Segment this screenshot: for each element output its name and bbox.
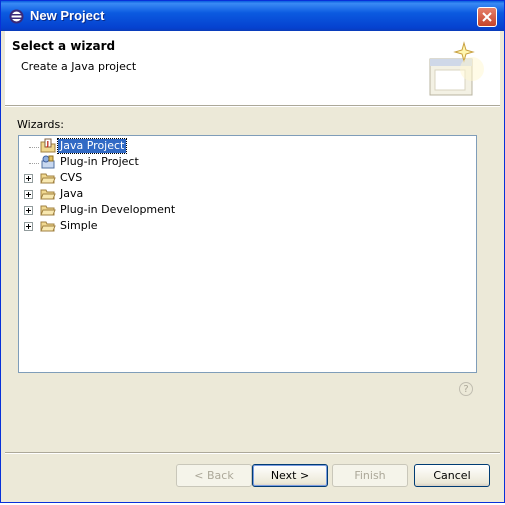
folder-icon <box>40 189 56 200</box>
tree-item-simple[interactable]: Simple <box>19 218 474 234</box>
window-title: New Project <box>30 8 105 23</box>
cancel-button[interactable]: Cancel <box>414 464 490 487</box>
expand-toggle-icon[interactable] <box>24 190 33 199</box>
wizards-label: Wizards: <box>17 118 64 131</box>
help-icon[interactable]: ? <box>459 382 473 396</box>
eclipse-icon <box>9 9 24 24</box>
back-button[interactable]: < Back <box>176 464 252 487</box>
footer-separator <box>5 452 500 454</box>
java-project-icon: J <box>40 138 56 153</box>
folder-icon <box>40 221 56 232</box>
title-bar[interactable]: New Project <box>1 1 504 31</box>
wizards-tree[interactable]: J Java Project Plug-in Project CVS Java … <box>18 135 477 373</box>
finish-button[interactable]: Finish <box>332 464 408 487</box>
tree-item-java[interactable]: Java <box>19 186 474 202</box>
new-project-wizard-banner-icon <box>429 41 484 96</box>
close-button[interactable] <box>477 7 497 27</box>
tree-item-label: Plug-in Development <box>60 203 176 216</box>
tree-item-label: Plug-in Project <box>60 155 139 168</box>
close-icon <box>482 12 492 22</box>
tree-item-plugin-project[interactable]: Plug-in Project <box>19 154 474 170</box>
tree-item-java-project[interactable]: J Java Project <box>19 138 474 154</box>
expand-toggle-icon[interactable] <box>24 206 33 215</box>
svg-text:J: J <box>46 140 50 148</box>
header-description: Create a Java project <box>21 60 137 73</box>
next-button[interactable]: Next > <box>252 464 328 487</box>
folder-icon <box>40 205 56 216</box>
tree-item-plugin-development[interactable]: Plug-in Development <box>19 202 474 218</box>
header-separator <box>5 105 500 107</box>
tree-item-label: CVS <box>60 171 83 184</box>
wizard-header: Select a wizard Create a Java project <box>5 31 500 105</box>
folder-icon <box>40 173 56 184</box>
tree-item-cvs[interactable]: CVS <box>19 170 474 186</box>
expand-toggle-icon[interactable] <box>24 222 33 231</box>
tree-item-label: Simple <box>60 219 98 232</box>
expand-toggle-icon[interactable] <box>24 174 33 183</box>
tree-item-label: Java <box>60 187 84 200</box>
new-project-dialog: New Project Select a wizard Create a Jav… <box>0 0 505 503</box>
plugin-project-icon <box>41 155 55 169</box>
header-title: Select a wizard <box>12 39 116 53</box>
tree-item-label: Java Project <box>56 138 128 154</box>
